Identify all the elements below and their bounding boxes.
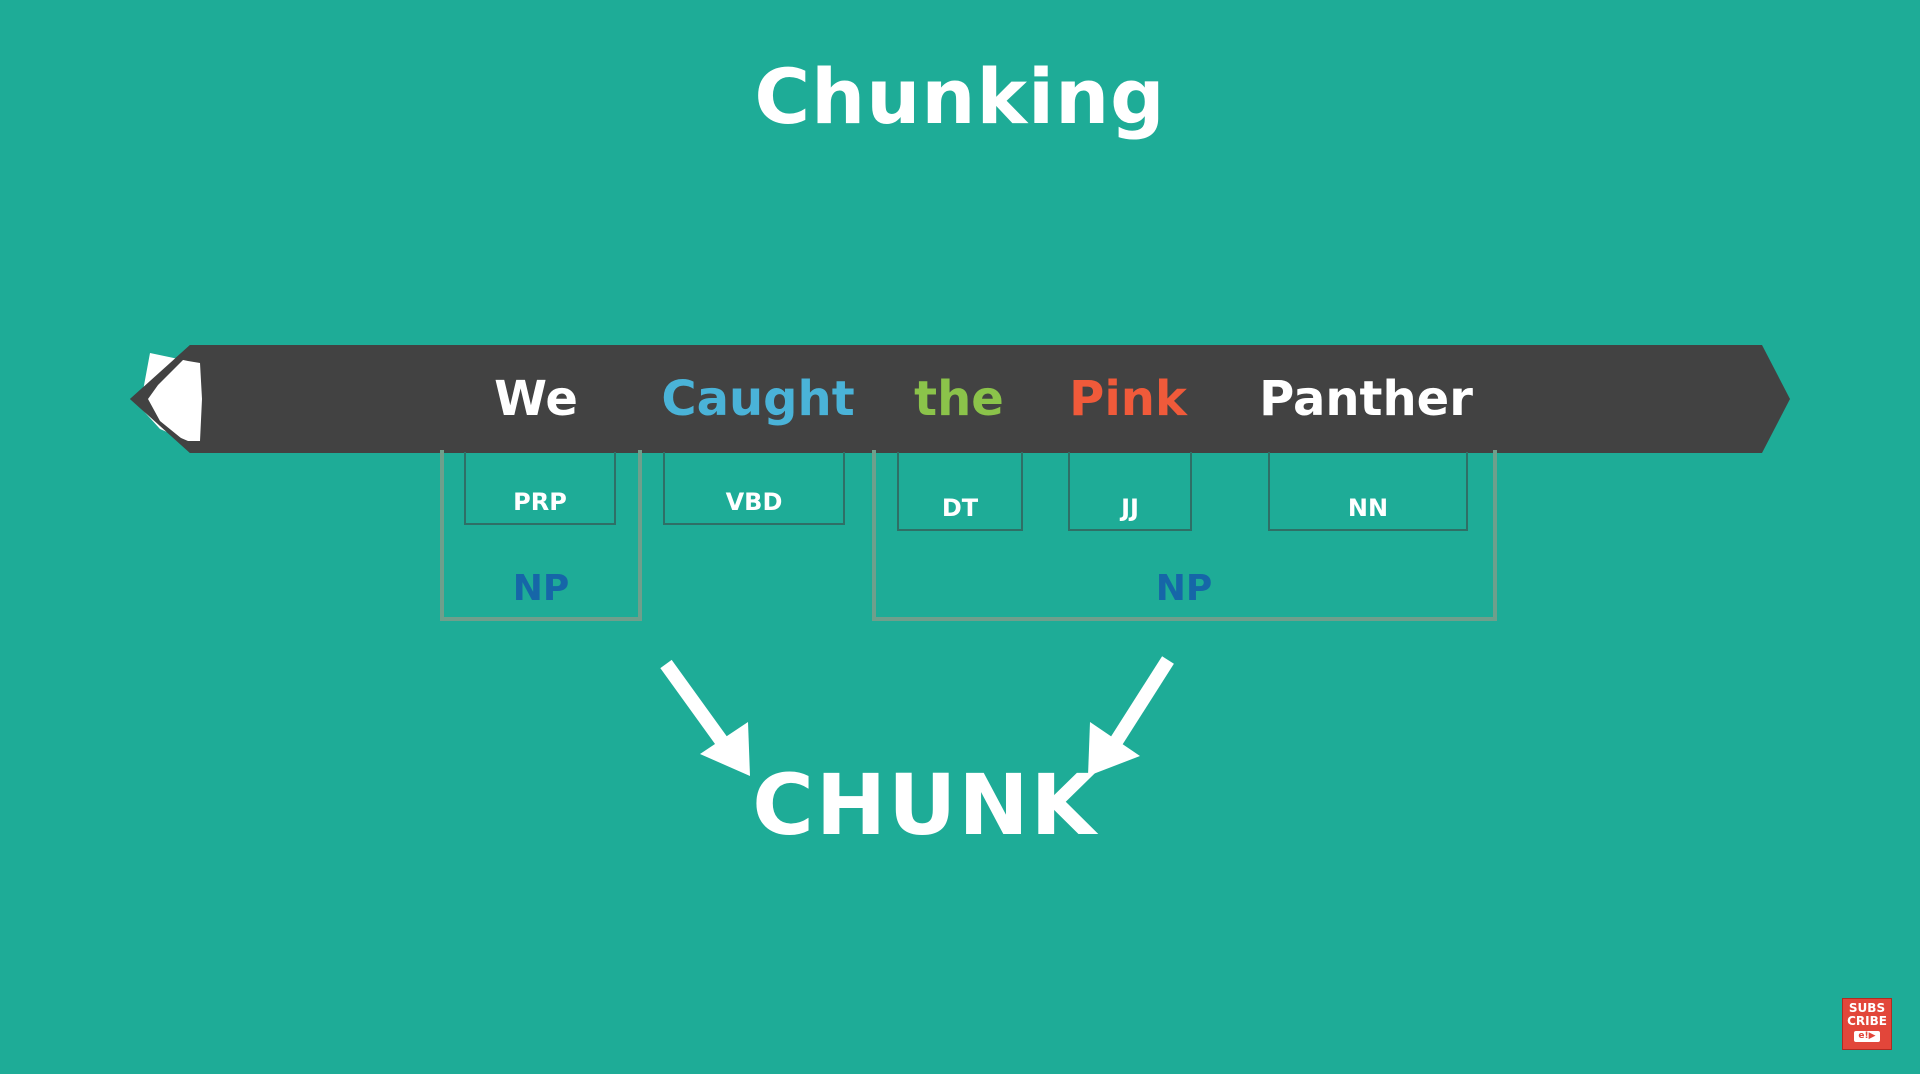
- arrow-down-right-icon: [660, 659, 750, 776]
- word-the: the: [914, 371, 1004, 427]
- slide: Chunking We Caught the Pink Panther PRP …: [0, 0, 1920, 1080]
- chunk-result-label: CHUNK: [752, 756, 1098, 854]
- subscribe-line-3: e!▶: [1854, 1031, 1880, 1042]
- pos-tag-prp: PRP: [464, 452, 616, 525]
- pos-tag-jj: JJ: [1068, 452, 1192, 531]
- pos-tag-dt: DT: [897, 452, 1023, 531]
- word-caught: Caught: [661, 371, 855, 427]
- pos-tag-nn: NN: [1268, 452, 1468, 531]
- np-label-2: NP: [1155, 568, 1213, 609]
- np-label-1: NP: [512, 568, 570, 609]
- subscribe-badge-icon[interactable]: SUBS CRIBE e!▶: [1842, 998, 1892, 1050]
- subscribe-line-2: CRIBE: [1847, 1014, 1887, 1028]
- word-pink: Pink: [1069, 371, 1187, 427]
- slide-title: Chunking: [754, 52, 1166, 141]
- pos-tag-vbd: VBD: [663, 452, 845, 525]
- bottom-edge: [0, 1074, 1920, 1080]
- word-panther: Panther: [1259, 371, 1473, 427]
- arrow-down-left-icon: [1088, 656, 1174, 776]
- word-we: We: [494, 371, 578, 427]
